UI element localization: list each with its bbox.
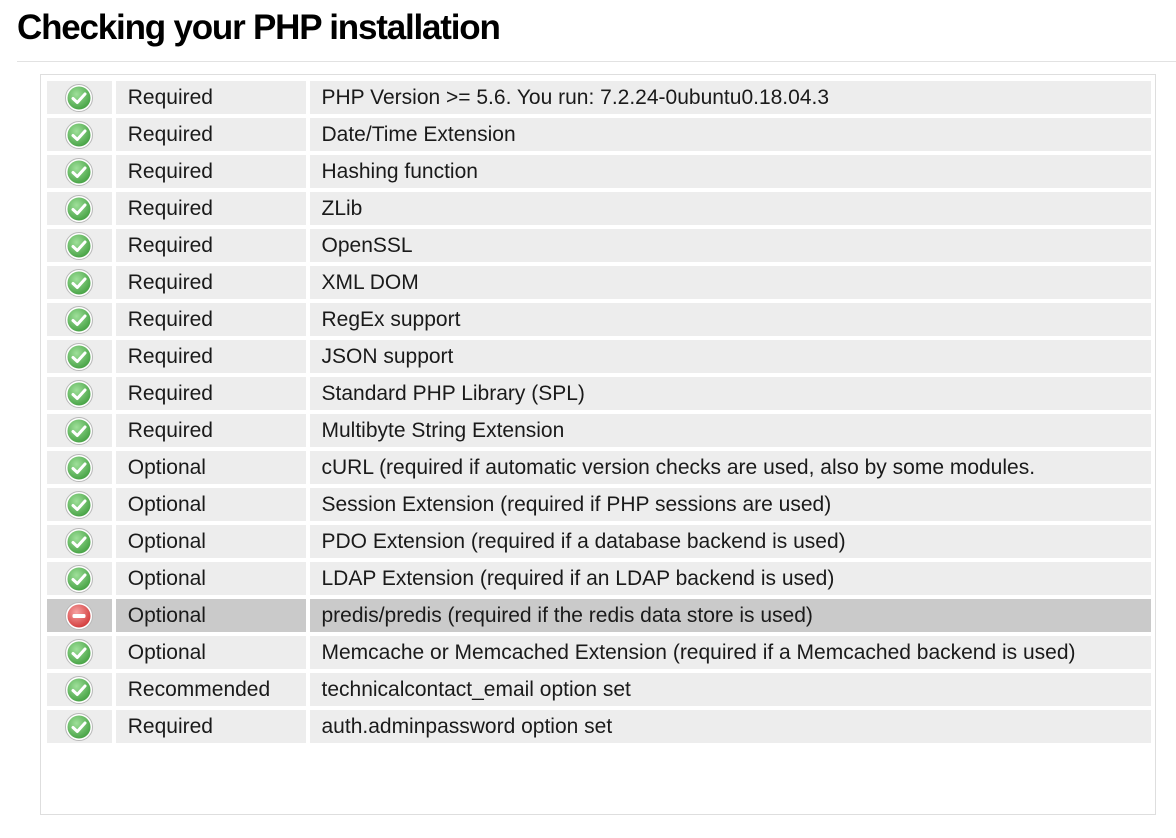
check-circle-icon xyxy=(65,712,94,741)
check-circle-icon xyxy=(65,305,94,334)
check-row: Optional Memcache or Memcached Extension … xyxy=(47,636,1151,669)
check-circle-icon xyxy=(65,490,94,519)
check-row: Recommended technicalcontact_email option… xyxy=(47,673,1151,706)
check-description: Multibyte String Extension xyxy=(309,414,1151,447)
check-row: Required Hashing function xyxy=(47,155,1151,188)
status-cell xyxy=(47,599,112,632)
page-title: Checking your PHP installation xyxy=(17,8,501,47)
check-description: cURL (required if automatic version chec… xyxy=(309,451,1151,484)
requirement-level: Required xyxy=(115,710,306,743)
requirement-level: Optional xyxy=(115,488,306,521)
status-cell xyxy=(47,340,112,373)
requirement-level: Optional xyxy=(115,525,306,558)
check-row: Optional cURL (required if automatic vers… xyxy=(47,451,1151,484)
check-row: Required JSON support xyxy=(47,340,1151,373)
status-cell xyxy=(47,673,112,706)
no-entry-icon xyxy=(65,601,94,630)
check-row: Required PHP Version >= 5.6. You run: 7.2… xyxy=(47,81,1151,114)
check-circle-icon xyxy=(65,564,94,593)
check-description: PHP Version >= 5.6. You run: 7.2.24-0ubu… xyxy=(309,81,1151,114)
check-row: Required Multibyte String Extension xyxy=(47,414,1151,447)
check-circle-icon xyxy=(65,157,94,186)
status-cell xyxy=(47,377,112,410)
check-description: predis/predis (required if the redis dat… xyxy=(309,599,1151,632)
checks-table-body: Required PHP Version >= 5.6. You run: 7.2… xyxy=(47,81,1151,743)
requirement-level: Optional xyxy=(115,451,306,484)
check-row: Optional predis/predis (required if the r… xyxy=(47,599,1151,632)
check-circle-icon xyxy=(65,638,94,667)
check-description: Memcache or Memcached Extension (require… xyxy=(309,636,1151,669)
requirement-level: Required xyxy=(115,155,306,188)
requirement-level: Required xyxy=(115,192,306,225)
status-cell xyxy=(47,81,112,114)
check-description: Hashing function xyxy=(309,155,1151,188)
check-description: OpenSSL xyxy=(309,229,1151,262)
check-row: Required auth.adminpassword option set xyxy=(47,710,1151,743)
check-description: ZLib xyxy=(309,192,1151,225)
status-cell xyxy=(47,562,112,595)
status-cell xyxy=(47,451,112,484)
check-row: Optional PDO Extension (required if a dat… xyxy=(47,525,1151,558)
status-cell xyxy=(47,192,112,225)
check-row: Required OpenSSL xyxy=(47,229,1151,262)
check-row: Required Date/Time Extension xyxy=(47,118,1151,151)
check-description: XML DOM xyxy=(309,266,1151,299)
check-description: Standard PHP Library (SPL) xyxy=(309,377,1151,410)
requirement-level: Required xyxy=(115,377,306,410)
requirement-level: Recommended xyxy=(115,673,306,706)
check-row: Required XML DOM xyxy=(47,266,1151,299)
requirement-level: Required xyxy=(115,229,306,262)
check-circle-icon xyxy=(65,231,94,260)
check-circle-icon xyxy=(65,416,94,445)
check-row: Required RegEx support xyxy=(47,303,1151,336)
check-circle-icon xyxy=(65,453,94,482)
requirement-level: Optional xyxy=(115,636,306,669)
status-cell xyxy=(47,266,112,299)
requirement-level: Optional xyxy=(115,562,306,595)
check-description: Date/Time Extension xyxy=(309,118,1151,151)
requirement-level: Required xyxy=(115,81,306,114)
check-circle-icon xyxy=(65,83,94,112)
title-divider xyxy=(17,61,1176,62)
requirement-level: Optional xyxy=(115,599,306,632)
status-cell xyxy=(47,229,112,262)
check-circle-icon xyxy=(65,527,94,556)
check-description: RegEx support xyxy=(309,303,1151,336)
requirement-level: Required xyxy=(115,414,306,447)
check-circle-icon xyxy=(65,120,94,149)
status-cell xyxy=(47,488,112,521)
requirement-level: Required xyxy=(115,340,306,373)
check-circle-icon xyxy=(65,268,94,297)
check-circle-icon xyxy=(65,379,94,408)
check-description: auth.adminpassword option set xyxy=(309,710,1151,743)
check-circle-icon xyxy=(65,675,94,704)
status-cell xyxy=(47,118,112,151)
check-row: Optional LDAP Extension (required if an L… xyxy=(47,562,1151,595)
check-row: Required ZLib xyxy=(47,192,1151,225)
status-cell xyxy=(47,303,112,336)
check-description: Session Extension (required if PHP sessi… xyxy=(309,488,1151,521)
checks-table: Required PHP Version >= 5.6. You run: 7.2… xyxy=(43,77,1155,747)
check-circle-icon xyxy=(65,194,94,223)
requirement-level: Required xyxy=(115,303,306,336)
check-description: PDO Extension (required if a database ba… xyxy=(309,525,1151,558)
check-description: LDAP Extension (required if an LDAP back… xyxy=(309,562,1151,595)
check-description: technicalcontact_email option set xyxy=(309,673,1151,706)
check-row: Optional Session Extension (required if P… xyxy=(47,488,1151,521)
status-cell xyxy=(47,525,112,558)
status-cell xyxy=(47,710,112,743)
checks-panel: Required PHP Version >= 5.6. You run: 7.2… xyxy=(40,74,1156,815)
requirement-level: Required xyxy=(115,118,306,151)
status-cell xyxy=(47,636,112,669)
requirement-level: Required xyxy=(115,266,306,299)
status-cell xyxy=(47,414,112,447)
status-cell xyxy=(47,155,112,188)
check-circle-icon xyxy=(65,342,94,371)
check-description: JSON support xyxy=(309,340,1151,373)
check-row: Required Standard PHP Library (SPL) xyxy=(47,377,1151,410)
